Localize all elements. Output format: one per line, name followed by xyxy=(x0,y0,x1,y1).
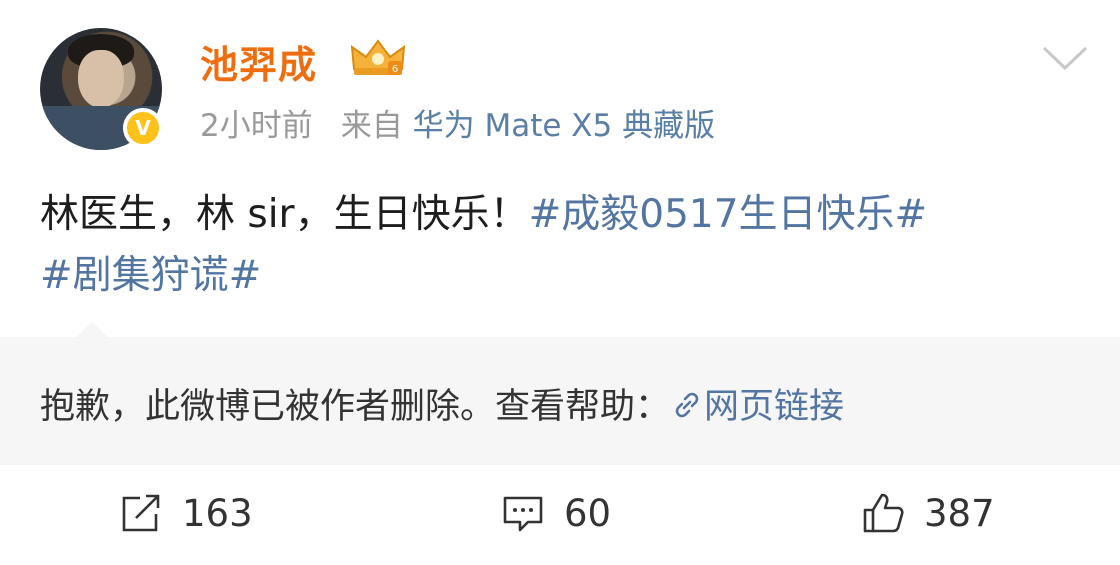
web-link-label: 网页链接 xyxy=(704,387,845,427)
action-bar: 163 60 387 xyxy=(0,490,1120,560)
source-prefix: 来自 xyxy=(340,108,403,144)
crown-icon[interactable]: 6 xyxy=(348,35,408,79)
retweet-pointer xyxy=(76,322,108,338)
verified-badge: V xyxy=(123,108,163,148)
like-count: 387 xyxy=(924,491,995,535)
post-meta: 2小时前 来自 华为 Mate X5 典藏版 xyxy=(200,100,715,145)
username[interactable]: 池羿成 xyxy=(200,34,317,89)
comment-icon xyxy=(503,496,543,532)
deleted-message: 抱歉，此微博已被作者删除。查看帮助： xyxy=(40,387,671,427)
comment-count: 60 xyxy=(564,491,612,535)
svg-text:6: 6 xyxy=(392,64,398,75)
thumbs-up-icon xyxy=(863,493,904,533)
like-button[interactable]: 387 xyxy=(860,490,995,536)
hashtag-birthday[interactable]: #成毅0517生日快乐# xyxy=(529,192,928,237)
hashtag-drama[interactable]: #剧集狩谎# xyxy=(40,253,261,298)
post-time: 2小时前 xyxy=(200,108,313,144)
chevron-down-icon[interactable] xyxy=(1040,40,1090,76)
web-link[interactable]: 网页链接 xyxy=(670,387,844,427)
post-text-body: 林医生，林 sir，生日快乐！ xyxy=(40,192,529,237)
repost-icon xyxy=(122,494,160,532)
deleted-notice: 抱歉，此微博已被作者删除。查看帮助： 网页链接 xyxy=(40,378,844,429)
link-icon xyxy=(675,392,699,418)
post-source[interactable]: 华为 Mate X5 典藏版 xyxy=(413,108,716,144)
repost-count: 163 xyxy=(182,491,253,535)
post-text: 林医生，林 sir，生日快乐！#成毅0517生日快乐# #剧集狩谎# xyxy=(40,184,1090,306)
comment-button[interactable]: 60 xyxy=(500,490,611,536)
repost-button[interactable]: 163 xyxy=(118,490,253,536)
